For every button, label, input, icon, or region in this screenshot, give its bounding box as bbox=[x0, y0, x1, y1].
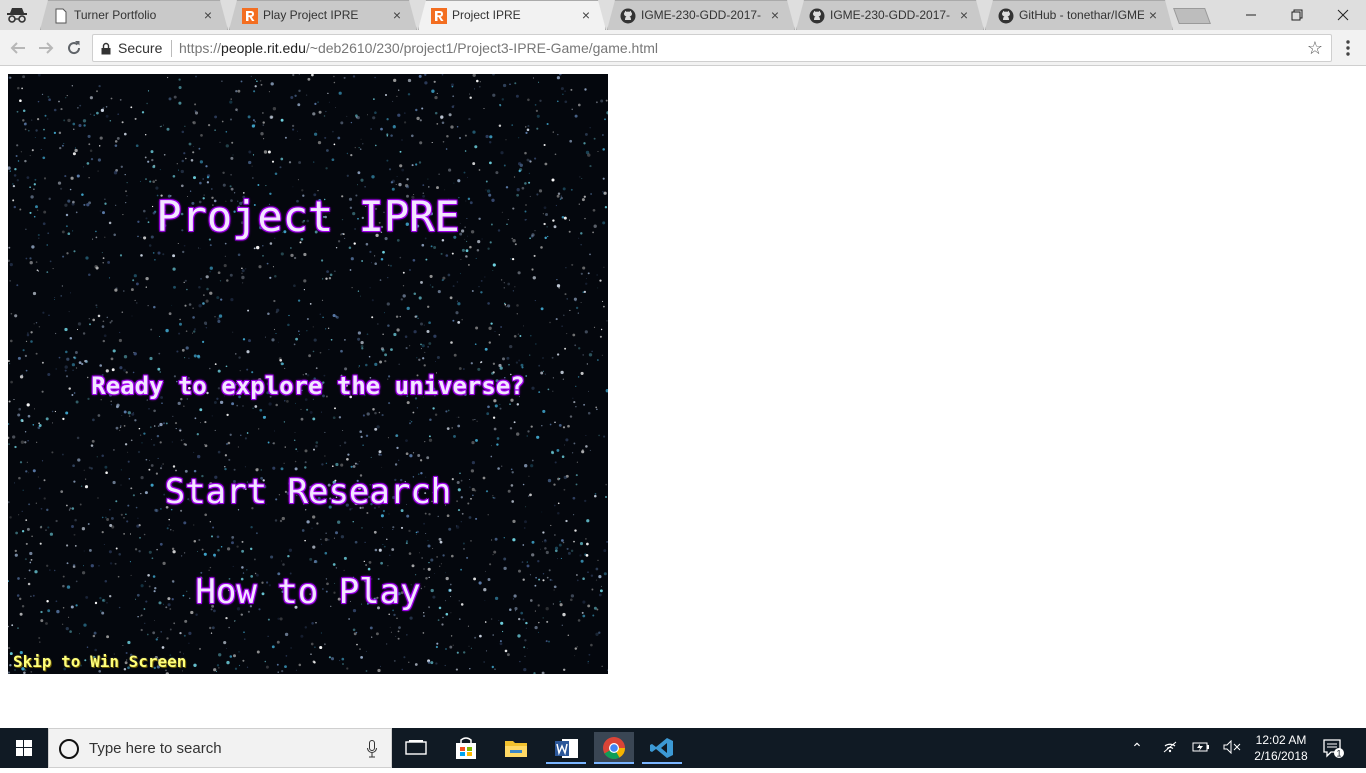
game-canvas[interactable]: Project IPRE Ready to explore the univer… bbox=[8, 74, 608, 674]
wifi-icon[interactable] bbox=[1159, 740, 1181, 757]
vscode-button[interactable] bbox=[642, 732, 682, 764]
reload-button[interactable] bbox=[62, 36, 86, 60]
rit-r-icon bbox=[242, 8, 258, 24]
search-placeholder: Type here to search bbox=[89, 740, 222, 757]
tab-close-icon[interactable]: × bbox=[579, 7, 593, 23]
restore-icon bbox=[1291, 9, 1303, 21]
cortana-icon bbox=[59, 739, 79, 759]
start-button[interactable] bbox=[0, 728, 48, 768]
chrome-button[interactable] bbox=[594, 732, 634, 764]
url-scheme: https:// bbox=[179, 40, 222, 56]
close-icon bbox=[1337, 9, 1349, 21]
back-arrow-icon bbox=[10, 42, 25, 54]
minimize-button[interactable] bbox=[1228, 0, 1274, 30]
task-view-icon bbox=[405, 740, 427, 755]
tab-play-project-ipre[interactable]: Play Project IPRE × bbox=[229, 0, 417, 30]
tab-title: Play Project IPRE bbox=[263, 8, 359, 22]
github-icon bbox=[998, 8, 1014, 24]
security-label: Secure bbox=[118, 40, 163, 56]
tab-close-icon[interactable]: × bbox=[957, 7, 971, 23]
new-tab-button[interactable] bbox=[1173, 8, 1211, 24]
rit-r-icon bbox=[431, 8, 447, 24]
bookmark-star-icon[interactable]: ☆ bbox=[1307, 38, 1323, 59]
tab-github-tonethar[interactable]: GitHub - tonethar/IGME × bbox=[985, 0, 1173, 30]
close-window-button[interactable] bbox=[1320, 0, 1366, 30]
battery-icon[interactable] bbox=[1190, 740, 1212, 756]
show-hidden-icons-chevron-icon[interactable]: ⌃ bbox=[1126, 740, 1148, 757]
incognito-icon bbox=[7, 8, 27, 23]
forward-button[interactable] bbox=[34, 36, 58, 60]
address-bar[interactable]: Secure https://people.rit.edu/~deb2610/2… bbox=[92, 34, 1332, 62]
tab-turner-portfolio[interactable]: Turner Portfolio × bbox=[40, 0, 228, 30]
tab-title: Project IPRE bbox=[452, 8, 521, 22]
notification-count: 1 bbox=[1336, 749, 1341, 759]
kebab-menu-icon bbox=[1346, 40, 1350, 56]
system-clock[interactable]: 12:02 AM 2/16/2018 bbox=[1246, 732, 1316, 764]
tab-close-icon[interactable]: × bbox=[201, 7, 215, 23]
browser-toolbar: Secure https://people.rit.edu/~deb2610/2… bbox=[0, 30, 1366, 66]
github-icon bbox=[809, 8, 825, 24]
tab-igme-gdd-2[interactable]: IGME-230-GDD-2017-Fa × bbox=[796, 0, 984, 30]
minimize-icon bbox=[1246, 14, 1256, 16]
word-button[interactable] bbox=[546, 732, 586, 764]
tab-title: Turner Portfolio bbox=[74, 8, 157, 22]
game-subtitle: Ready to explore the universe? bbox=[91, 372, 525, 400]
chrome-menu-button[interactable] bbox=[1340, 36, 1356, 60]
windows-logo-icon bbox=[16, 740, 32, 756]
forward-arrow-icon bbox=[39, 42, 54, 54]
page-icon bbox=[53, 8, 69, 24]
store-button[interactable] bbox=[446, 732, 486, 764]
tab-project-ipre[interactable]: Project IPRE × bbox=[418, 0, 606, 30]
word-icon bbox=[555, 739, 578, 758]
file-explorer-button[interactable] bbox=[496, 732, 536, 764]
file-explorer-icon bbox=[505, 741, 527, 757]
taskbar-search-box[interactable]: Type here to search bbox=[48, 728, 392, 768]
reload-icon bbox=[68, 41, 81, 55]
clock-time: 12:02 AM bbox=[1255, 733, 1307, 747]
action-center-icon[interactable]: 1 bbox=[1322, 737, 1344, 759]
github-icon bbox=[620, 8, 636, 24]
clock-date: 2/16/2018 bbox=[1254, 749, 1308, 763]
start-research-button[interactable]: Start Research bbox=[8, 472, 608, 512]
how-to-play-button[interactable]: How to Play bbox=[8, 572, 608, 612]
tab-title: IGME-230-GDD-2017-Fa bbox=[830, 8, 950, 22]
chrome-icon bbox=[603, 737, 625, 759]
vscode-icon bbox=[650, 738, 673, 758]
omnibox-separator bbox=[171, 40, 172, 57]
url-text[interactable]: https://people.rit.edu/~deb2610/230/proj… bbox=[179, 40, 658, 56]
tab-igme-gdd-1[interactable]: IGME-230-GDD-2017-Fa × bbox=[607, 0, 795, 30]
task-view-button[interactable] bbox=[396, 732, 436, 764]
tab-close-icon[interactable]: × bbox=[1146, 7, 1160, 23]
tab-close-icon[interactable]: × bbox=[768, 7, 782, 23]
skip-to-win-button[interactable]: Skip to Win Screen bbox=[13, 652, 186, 671]
tab-close-icon[interactable]: × bbox=[390, 7, 404, 23]
back-button[interactable] bbox=[6, 36, 30, 60]
volume-muted-icon[interactable] bbox=[1221, 739, 1243, 757]
tab-title: GitHub - tonethar/IGME bbox=[1019, 8, 1144, 22]
url-host: people.rit.edu bbox=[221, 40, 306, 56]
tab-strip: Turner Portfolio × Play Project IPRE × P… bbox=[0, 0, 1366, 30]
microphone-icon[interactable] bbox=[367, 740, 377, 758]
url-path: /~deb2610/230/project1/Project3-IPRE-Gam… bbox=[305, 40, 659, 56]
tab-title: IGME-230-GDD-2017-Fa bbox=[641, 8, 761, 22]
browser-chrome: Turner Portfolio × Play Project IPRE × P… bbox=[0, 0, 1366, 66]
game-title: Project IPRE bbox=[156, 192, 460, 241]
windows-taskbar: Type here to search ⌃ 12:02 AM 2/16/2018… bbox=[0, 728, 1366, 768]
restore-button[interactable] bbox=[1274, 0, 1320, 30]
lock-icon bbox=[101, 42, 111, 55]
store-icon bbox=[456, 737, 476, 759]
